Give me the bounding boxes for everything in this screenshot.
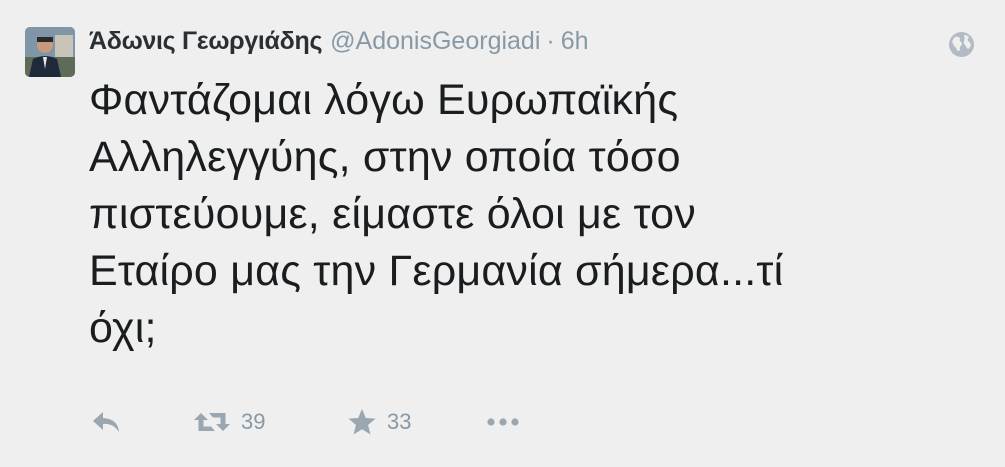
tweet-text-line: Φαντάζομαι λόγω Ευρωπαϊκής: [89, 76, 679, 124]
favorite-button[interactable]: 33: [347, 404, 411, 440]
author-username[interactable]: @AdonisGeorgiadi: [330, 26, 540, 56]
avatar-image: [25, 27, 75, 77]
author-name[interactable]: Άδωνις Γεωργιάδης: [89, 26, 322, 56]
tweet-text-line: Αλληλεγγύης, στην οποία τόσο: [89, 133, 681, 181]
tweet-text-line: Εταίρο μας την Γερμανία σήμερα...τί: [89, 247, 784, 295]
tweet-text-line: πιστεύουμε, είμαστε όλοι με τον: [89, 190, 696, 238]
star-icon: [348, 409, 376, 435]
avatar[interactable]: [25, 27, 75, 77]
tweet-text-line: όχι;: [89, 304, 157, 352]
retweet-button[interactable]: 39: [193, 404, 265, 440]
more-button[interactable]: [487, 404, 519, 440]
tweet: Άδωνις Γεωργιάδης @AdonisGeorgiadi · 6h …: [0, 0, 1005, 467]
reply-icon: [93, 412, 119, 432]
retweet-count: 39: [241, 409, 266, 434]
globe-icon: [948, 31, 975, 58]
tweet-actions: 39 33: [89, 404, 549, 440]
tweet-text: Φαντάζομαι λόγω Ευρωπαϊκής Αλληλεγγύης, …: [89, 72, 979, 357]
more-dots-icon: [487, 418, 519, 426]
favorite-count: 33: [387, 409, 412, 434]
separator-dot: ·: [546, 27, 555, 55]
reply-button[interactable]: [91, 404, 123, 440]
retweet-icon: [194, 413, 230, 431]
tweet-header: Άδωνις Γεωργιάδης @AdonisGeorgiadi · 6h: [89, 26, 589, 56]
timestamp[interactable]: 6h: [561, 26, 589, 56]
